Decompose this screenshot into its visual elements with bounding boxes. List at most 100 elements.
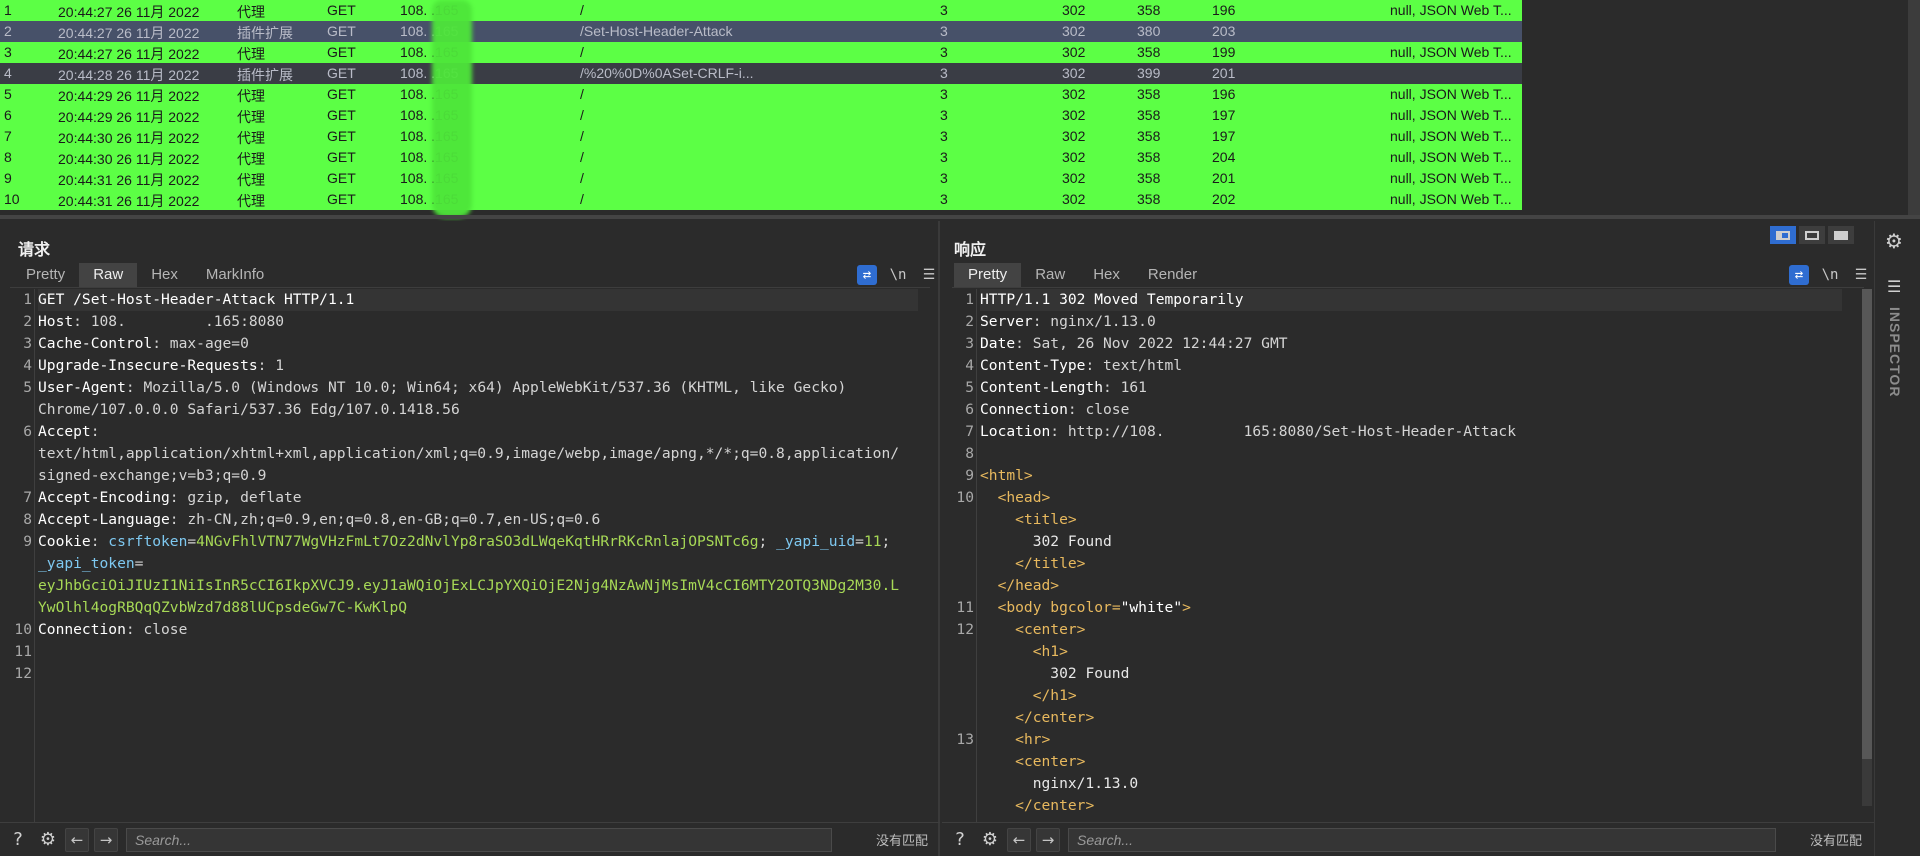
request-code[interactable]: 1 GET /Set-Host-Header-Attack HTTP/1.1 2 Ho…: [14, 289, 918, 822]
gear-icon[interactable]: ⚙: [978, 828, 1002, 852]
history-cell-time: 20:44:29 26 11月 2022: [58, 88, 200, 104]
history-row[interactable]: 9 20:44:31 26 11月 2022 代理 GET 108. .165/3 302…: [0, 168, 1522, 189]
line-number: 4: [23, 357, 32, 374]
code-token: Accept: [38, 423, 91, 440]
stacked-layout-icon[interactable]: [1799, 226, 1825, 244]
history-row[interactable]: 2 20:44:27 26 11月 2022 插件扩展 GET 108. .165/Se…: [0, 21, 1522, 42]
history-row[interactable]: 7 20:44:30 26 11月 2022 代理 GET 108. .165/3 302…: [0, 126, 1522, 147]
history-cell-edited: 3: [940, 23, 948, 39]
code-token: : Mozilla/5.0 (Windows NT 10.0; Win64; x…: [125, 379, 847, 396]
history-row[interactable]: 8 20:44:30 26 11月 2022 代理 GET 108. .165/3 302…: [0, 147, 1522, 168]
history-cell-rtime: 203: [1212, 23, 1236, 39]
history-row[interactable]: 6 20:44:29 26 11月 2022 代理 GET 108. .165/3 302…: [0, 105, 1522, 126]
line-number: 6: [965, 401, 974, 418]
history-cell-notes: null, JSON Web T...: [1390, 107, 1512, 123]
show-newlines-button[interactable]: \n: [888, 265, 908, 285]
code-token: </head>: [997, 577, 1060, 594]
gear-icon[interactable]: ⚙: [1885, 229, 1903, 253]
code-token: : max-age=0: [152, 335, 249, 352]
wrap-toggle-button[interactable]: ⇄: [857, 265, 877, 285]
editor-menu-button[interactable]: ☰: [919, 265, 939, 285]
history-cell-notes: null, JSON Web T...: [1390, 86, 1512, 102]
code-token: Host: [38, 313, 74, 330]
request-search-input[interactable]: [126, 827, 832, 852]
tab-raw[interactable]: Raw: [79, 263, 138, 287]
history-cell-rtime: 204: [1212, 149, 1236, 165]
arrow-left-icon[interactable]: ←: [1007, 827, 1031, 852]
line-number: 9: [965, 467, 974, 484]
code-token: >: [1182, 599, 1191, 616]
arrow-right-icon[interactable]: →: [94, 827, 118, 852]
tab-hex[interactable]: Hex: [137, 263, 192, 287]
show-newlines-button[interactable]: \n: [1820, 265, 1840, 285]
arrow-left-icon[interactable]: ←: [65, 827, 89, 852]
code-token: 4NGvFhlVTN77WgVHzFmLt7Oz2dNvlYp8raSO3dLW…: [196, 533, 759, 550]
inspector-toggle-icon[interactable]: ☰: [1887, 277, 1901, 296]
code-line: eyJhbGciOiJIUzI1NiIsInR5cCI6IkpXVCJ9.eyJ…: [38, 575, 918, 597]
code-token: Server: [980, 313, 1033, 330]
code-line: </title>: [980, 553, 1842, 575]
tab-hex[interactable]: Hex: [1079, 263, 1134, 287]
history-cell-length: 358: [1137, 128, 1161, 144]
gear-icon[interactable]: ⚙: [36, 828, 60, 852]
history-row[interactable]: 4 20:44:28 26 11月 2022 插件扩展 GET 108. .165/%2…: [0, 63, 1522, 84]
code-line: 4 Upgrade-Insecure-Requests: 1: [23, 355, 918, 377]
response-search-input[interactable]: [1068, 827, 1776, 852]
line-number: 7: [965, 423, 974, 440]
history-cell-tool: 代理: [237, 130, 265, 146]
code-token: Cookie: [38, 533, 91, 550]
history-cell-length: 358: [1137, 86, 1161, 102]
code-token: Chrome/107.0.0.0 Safari/537.36 Edg/107.0…: [38, 401, 460, 418]
code-line: 11: [14, 641, 918, 663]
request-editor[interactable]: 1 GET /Set-Host-Header-Attack HTTP/1.1 2 Ho…: [10, 289, 928, 822]
tab-pretty[interactable]: Pretty: [12, 263, 79, 287]
history-cell-method: GET: [327, 2, 356, 18]
code-token: : zh-CN,zh;q=0.9,en;q=0.8,en-GB;q=0.7,en…: [169, 511, 601, 528]
history-cell-path: /: [580, 170, 584, 186]
tab-raw[interactable]: Raw: [1021, 263, 1079, 287]
code-line: signed-exchange;v=b3;q=0.9: [38, 465, 918, 487]
response-code[interactable]: 1 HTTP/1.1 302 Moved Temporarily 2 Server: …: [956, 289, 1842, 822]
wrap-toggle-button[interactable]: ⇄: [1789, 265, 1809, 285]
arrow-right-icon[interactable]: →: [1036, 827, 1060, 852]
code-line: 7 Location: http://108. 165:8080/Set-Host…: [965, 421, 1842, 443]
history-cell-rtime: 202: [1212, 191, 1236, 207]
history-scrollbar[interactable]: [1908, 0, 1920, 215]
line-number: 12: [956, 621, 974, 638]
history-row[interactable]: 1 20:44:27 26 11月 2022 代理 GET 108. .165/3 302…: [0, 0, 1522, 21]
history-row[interactable]: 10 20:44:31 26 11月 2022 代理 GET 108. .165/3 30…: [0, 189, 1522, 210]
history-row[interactable]: 5 20:44:29 26 11月 2022 代理 GET 108. .165/3 302…: [0, 84, 1522, 105]
code-line: 10 Connection: close: [14, 619, 918, 641]
side-by-side-layout-icon[interactable]: [1770, 226, 1796, 244]
history-cell-time: 20:44:29 26 11月 2022: [58, 109, 200, 125]
help-icon[interactable]: ?: [948, 828, 972, 852]
code-line: 6 Connection: close: [965, 399, 1842, 421]
code-line: Chrome/107.0.0.0 Safari/537.36 Edg/107.0…: [38, 399, 918, 421]
pane-splitter[interactable]: [0, 215, 1920, 219]
tab-render[interactable]: Render: [1134, 263, 1211, 287]
history-cell-rtime: 197: [1212, 107, 1236, 123]
tab-pretty[interactable]: Pretty: [954, 263, 1022, 287]
response-scrollbar[interactable]: [1862, 289, 1872, 806]
history-cell-time: 20:44:28 26 11月 2022: [58, 67, 200, 83]
editor-menu-button[interactable]: ☰: [1851, 265, 1871, 285]
help-icon[interactable]: ?: [6, 828, 30, 852]
single-layout-icon[interactable]: [1828, 226, 1854, 244]
history-row[interactable]: 3 20:44:27 26 11月 2022 代理 GET 108. .165/3 302…: [0, 42, 1522, 63]
history-cell-rtime: 196: [1212, 86, 1236, 102]
history-cell-path: /: [580, 191, 584, 207]
tab-markinfo[interactable]: MarkInfo: [192, 263, 278, 287]
inspector-tab[interactable]: INSPECTOR: [1887, 307, 1903, 397]
code-token: :: [90, 423, 100, 440]
scrollbar-thumb[interactable]: [1862, 289, 1872, 759]
history-cell-method: GET: [327, 170, 356, 186]
response-editor[interactable]: 1 HTTP/1.1 302 Moved Temporarily 2 Server: …: [952, 289, 1852, 822]
history-cell-time: 20:44:31 26 11月 2022: [58, 193, 200, 209]
history-cell-status: 302: [1062, 149, 1086, 165]
history-cell-path: /: [580, 149, 584, 165]
history-cell-edited: 3: [940, 170, 948, 186]
